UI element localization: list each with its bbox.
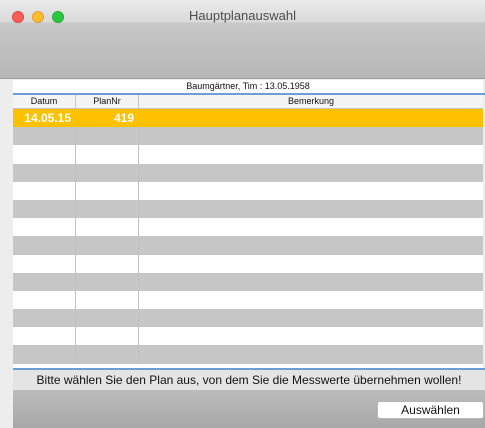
cell-bemerkung xyxy=(139,145,483,163)
empty-table-row[interactable] xyxy=(13,218,483,237)
plan-table: Datum PlanNr Bemerkung 14.05.15 419 xyxy=(13,95,483,368)
cell-plannr: 419 xyxy=(76,109,139,128)
cell-plannr xyxy=(76,127,139,146)
cell-plannr xyxy=(76,181,139,200)
empty-table-row[interactable] xyxy=(13,272,483,291)
cell-datum xyxy=(13,218,76,237)
cell-bemerkung xyxy=(139,218,483,236)
cell-datum xyxy=(13,145,76,164)
cell-bemerkung xyxy=(139,273,483,291)
column-header-datum[interactable]: Datum xyxy=(13,95,76,109)
cell-datum xyxy=(13,127,76,146)
cell-datum xyxy=(13,181,76,200)
cell-bemerkung xyxy=(139,327,483,345)
empty-table-row[interactable] xyxy=(13,290,483,310)
cell-bemerkung xyxy=(139,291,483,309)
cell-datum xyxy=(13,272,76,291)
cell-bemerkung xyxy=(139,236,483,254)
cell-plannr xyxy=(76,199,139,219)
cell-datum xyxy=(13,309,76,328)
cell-plannr xyxy=(76,290,139,310)
patient-header: Baumgärtner, Tim : 13.05.1958 xyxy=(13,80,483,93)
empty-table-row[interactable] xyxy=(13,145,483,164)
empty-table-row[interactable] xyxy=(13,345,483,364)
cell-datum xyxy=(13,236,76,255)
cell-datum xyxy=(13,290,76,310)
cell-datum xyxy=(13,345,76,364)
cell-plannr xyxy=(76,345,139,364)
empty-table-row[interactable] xyxy=(13,127,483,146)
table-header: Datum PlanNr Bemerkung xyxy=(13,95,483,109)
empty-table-row[interactable] xyxy=(13,327,483,346)
cell-bemerkung xyxy=(139,309,483,327)
cell-plannr xyxy=(76,309,139,328)
cell-bemerkung xyxy=(139,200,483,218)
cell-datum xyxy=(13,327,76,346)
cell-datum xyxy=(13,254,76,273)
title-bar: Hauptplanauswahl xyxy=(0,0,485,79)
cell-plannr xyxy=(76,218,139,237)
cell-bemerkung xyxy=(139,182,483,200)
cell-plannr xyxy=(76,163,139,182)
empty-table-row[interactable] xyxy=(13,254,483,273)
column-header-bemerkung[interactable]: Bemerkung xyxy=(139,95,483,109)
cell-datum xyxy=(13,163,76,182)
cell-bemerkung xyxy=(139,127,483,145)
cell-plannr xyxy=(76,145,139,164)
cell-plannr xyxy=(76,254,139,273)
cell-plannr xyxy=(76,272,139,291)
cell-bemerkung xyxy=(139,255,483,273)
cell-bemerkung xyxy=(139,164,483,182)
cell-bemerkung xyxy=(139,109,483,127)
cell-plannr xyxy=(76,236,139,255)
column-header-plannr[interactable]: PlanNr xyxy=(76,95,139,109)
cell-bemerkung xyxy=(139,345,483,363)
table-body: 14.05.15 419 xyxy=(13,109,483,364)
cell-plannr xyxy=(76,327,139,346)
empty-table-row[interactable] xyxy=(13,236,483,255)
empty-table-row[interactable] xyxy=(13,199,483,219)
window-title: Hauptplanauswahl xyxy=(189,8,296,23)
cell-datum: 14.05.15 xyxy=(13,109,76,128)
plan-selection-window: Hauptplanauswahl Baumgärtner, Tim : 13.0… xyxy=(0,0,485,428)
cell-datum xyxy=(13,199,76,219)
empty-table-row[interactable] xyxy=(13,309,483,328)
table-row[interactable]: 14.05.15 419 xyxy=(13,109,483,128)
empty-table-row[interactable] xyxy=(13,163,483,182)
select-button[interactable]: Auswählen xyxy=(377,401,484,419)
instruction-text: Bitte wählen Sie den Plan aus, von dem S… xyxy=(13,370,485,390)
empty-table-row[interactable] xyxy=(13,181,483,200)
